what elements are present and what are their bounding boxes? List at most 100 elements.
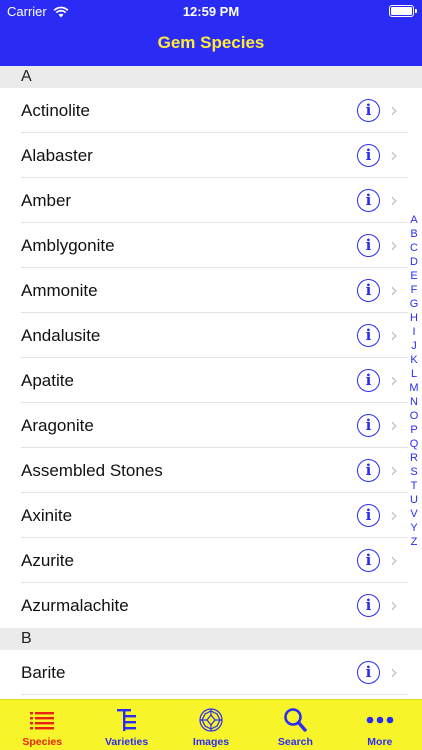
species-name: Assembled Stones [21, 461, 163, 480]
index-letter[interactable]: E [408, 269, 420, 283]
index-letter[interactable]: K [408, 353, 420, 367]
index-letter[interactable]: O [408, 409, 420, 423]
tab-more-label: More [367, 736, 393, 748]
chevron-right-icon: › [390, 548, 398, 572]
chevron-right-icon: › [390, 143, 398, 167]
species-row[interactable]: Azurite i › [0, 538, 422, 583]
more-dots-icon [366, 716, 394, 724]
species-name: Axinite [21, 506, 73, 525]
species-row[interactable]: Apatite i › [0, 358, 422, 403]
tab-search[interactable]: Search [253, 700, 337, 750]
gem-icon [199, 708, 223, 732]
index-letter[interactable]: F [408, 283, 420, 297]
species-row[interactable]: Alabaster i › [0, 133, 422, 178]
species-name: Andalusite [21, 326, 101, 345]
index-letter[interactable]: U [408, 493, 420, 507]
info-icon[interactable]: i [357, 369, 380, 392]
species-name: Amblygonite [21, 236, 115, 255]
index-letter[interactable]: G [408, 297, 420, 311]
species-name: Alabaster [21, 146, 93, 165]
section-header: B [0, 628, 422, 650]
info-icon[interactable]: i [357, 99, 380, 122]
status-time: 12:59 PM [182, 4, 240, 19]
tab-images[interactable]: Images [169, 700, 253, 750]
species-name: Barite [21, 663, 66, 682]
index-letter[interactable]: T [408, 479, 420, 493]
tab-bar: Species Varieties Images Search More [0, 699, 422, 750]
species-row[interactable]: Amber i › [0, 178, 422, 223]
index-letter[interactable]: Q [408, 437, 420, 451]
tab-varieties-label: Varieties [105, 736, 149, 748]
section-header: A [0, 66, 422, 88]
chevron-right-icon: › [390, 413, 398, 437]
index-letter[interactable]: R [408, 451, 420, 465]
info-icon[interactable]: i [357, 279, 380, 302]
index-letter[interactable]: V [408, 507, 420, 521]
info-icon[interactable]: i [357, 594, 380, 617]
search-icon [284, 708, 308, 732]
navigation-bar: Carrier 12:59 PM Gem Species [0, 0, 422, 66]
tab-more[interactable]: More [338, 700, 422, 750]
index-letter[interactable]: L [408, 367, 420, 381]
index-letter[interactable]: A [408, 213, 420, 227]
chevron-right-icon: › [390, 458, 398, 482]
chevron-right-icon: › [390, 98, 398, 122]
species-name: Amber [21, 191, 72, 210]
chevron-right-icon: › [390, 278, 398, 302]
species-row[interactable]: Axinite i › [0, 493, 422, 538]
status-bar: Carrier 12:59 PM [0, 0, 422, 22]
species-name: Azurite [21, 551, 74, 570]
species-row[interactable]: Aragonite i › [0, 403, 422, 448]
species-name: Actinolite [21, 101, 90, 120]
chevron-right-icon: › [390, 503, 398, 527]
species-row[interactable]: Barite i › [0, 650, 422, 695]
species-name: Ammonite [21, 281, 98, 300]
chevron-right-icon: › [390, 660, 398, 684]
battery-icon [389, 5, 417, 17]
index-letter[interactable]: Y [408, 521, 420, 535]
index-letter[interactable]: H [408, 311, 420, 325]
info-icon[interactable]: i [357, 414, 380, 437]
info-icon[interactable]: i [357, 324, 380, 347]
species-row[interactable]: Amblygonite i › [0, 223, 422, 268]
info-icon[interactable]: i [357, 549, 380, 572]
info-icon[interactable]: i [357, 234, 380, 257]
chevron-right-icon: › [390, 368, 398, 392]
index-letter[interactable]: B [408, 227, 420, 241]
chevron-right-icon: › [390, 593, 398, 617]
species-name: Apatite [21, 371, 74, 390]
info-icon[interactable]: i [357, 661, 380, 684]
info-icon[interactable]: i [357, 144, 380, 167]
index-letter[interactable]: J [408, 339, 420, 353]
section-index[interactable]: ABCDEFGHIJKLMNOPQRSTUVYZ [408, 213, 420, 549]
tab-species[interactable]: Species [0, 700, 84, 750]
index-letter[interactable]: I [408, 325, 420, 339]
index-letter[interactable]: M [408, 381, 420, 395]
tab-species-label: Species [22, 736, 63, 748]
index-letter[interactable]: N [408, 395, 420, 409]
chevron-right-icon: › [390, 233, 398, 257]
index-letter[interactable]: S [408, 465, 420, 479]
info-icon[interactable]: i [357, 189, 380, 212]
species-name: Aragonite [21, 416, 94, 435]
chevron-right-icon: › [390, 323, 398, 347]
species-row[interactable]: Azurmalachite i › [0, 583, 422, 628]
index-letter[interactable]: D [408, 255, 420, 269]
tab-search-label: Search [277, 736, 313, 748]
index-letter[interactable]: C [408, 241, 420, 255]
species-row[interactable]: Actinolite i › [0, 88, 422, 133]
species-name: Azurmalachite [21, 596, 129, 615]
tab-varieties[interactable]: Varieties [84, 700, 168, 750]
species-list[interactable]: A Actinolite i › Alabaster i › Amber i › Amblygoni… [0, 66, 422, 699]
list-icon [30, 712, 55, 730]
species-row[interactable]: Ammonite i › [0, 268, 422, 313]
index-letter[interactable]: P [408, 423, 420, 437]
chevron-right-icon: › [390, 188, 398, 212]
info-icon[interactable]: i [357, 459, 380, 482]
info-icon[interactable]: i [357, 504, 380, 527]
page-title: Gem Species [157, 33, 265, 52]
tab-images-label: Images [192, 736, 230, 748]
index-letter[interactable]: Z [408, 535, 420, 549]
species-row[interactable]: Andalusite i › [0, 313, 422, 358]
species-row[interactable]: Assembled Stones i › [0, 448, 422, 493]
